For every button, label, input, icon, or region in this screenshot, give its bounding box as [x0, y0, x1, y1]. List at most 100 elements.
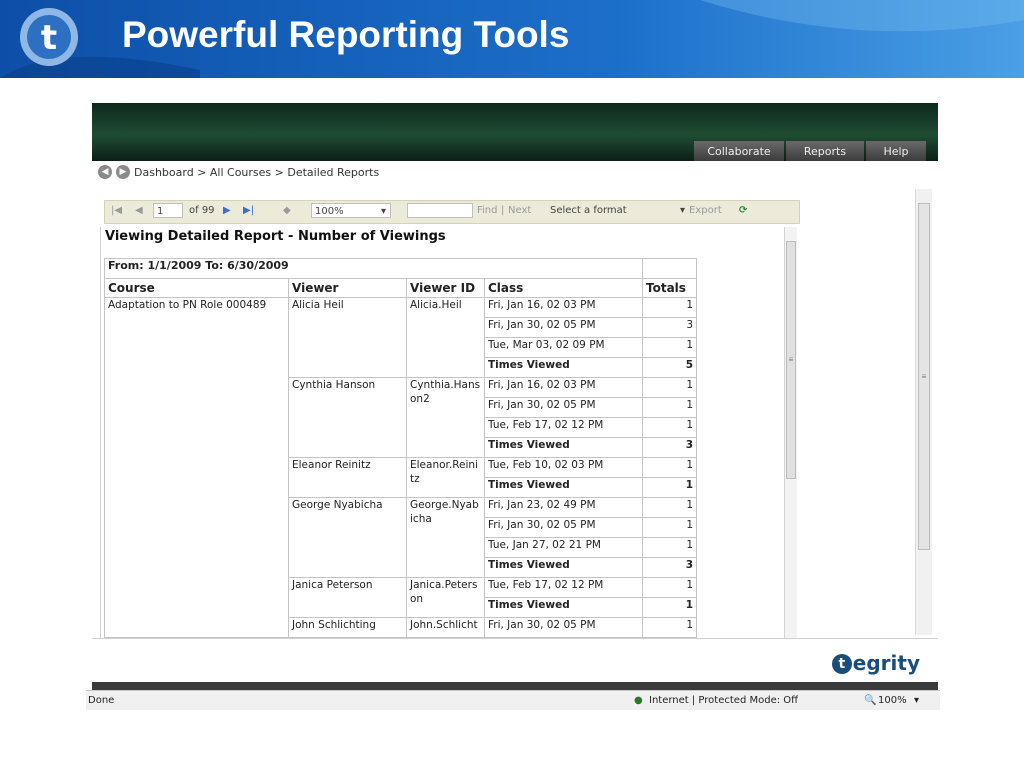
viewer-name-cell: John Schlichting — [288, 617, 407, 638]
class-cell: Tue, Mar 03, 02 09 PM — [484, 337, 643, 358]
viewer-name-cell: Janica Peterson — [288, 577, 407, 618]
col-class: Class — [484, 278, 643, 298]
app-footer: t egrity — [92, 638, 938, 683]
tegrity-logo-icon: t — [20, 8, 78, 66]
class-cell: Fri, Jan 23, 02 49 PM — [484, 497, 643, 518]
dropdown-icon: ▾ — [380, 206, 386, 217]
viewer-id-cell: Janica.Peterson — [406, 577, 485, 618]
col-course: Course — [104, 278, 289, 298]
count-cell: 1 — [642, 497, 697, 518]
class-cell: Tue, Feb 10, 02 03 PM — [484, 457, 643, 478]
times-viewed-label: Times Viewed — [484, 437, 643, 458]
viewer-name-cell: George Nyabicha — [288, 497, 407, 578]
zoom-select[interactable]: 100% ▾ — [311, 203, 391, 218]
count-cell: 1 — [642, 517, 697, 538]
count-cell: 1 — [642, 417, 697, 438]
export-link[interactable]: Export — [689, 205, 722, 216]
class-cell: Fri, Jan 30, 02 05 PM — [484, 617, 643, 638]
forward-icon[interactable]: ▶ — [116, 165, 130, 179]
last-page-icon[interactable]: ▶| — [243, 205, 254, 216]
slide-title: Powerful Reporting Tools — [122, 14, 570, 55]
class-cell: Fri, Jan 16, 02 03 PM — [484, 377, 643, 398]
date-range-row: From: 1/1/2009 To: 6/30/2009 — [104, 258, 697, 279]
zoom-level[interactable]: 100% — [878, 695, 907, 706]
count-cell: 1 — [642, 297, 697, 318]
tab-help[interactable]: Help — [866, 141, 926, 161]
report-body: Adaptation to PN Role 000489 Alicia Heil A… — [104, 297, 697, 638]
format-select-value: Select a format — [550, 205, 627, 216]
back-to-parent-icon[interactable]: ◆ — [283, 205, 291, 216]
report-scrollbar-thumb[interactable]: ≡ — [786, 241, 796, 479]
find-link[interactable]: Find — [477, 205, 498, 216]
magnifier-icon: 🔍 — [864, 695, 877, 706]
count-cell: 3 — [642, 317, 697, 338]
viewer-name-cell: Cynthia Hanson — [288, 377, 407, 458]
table-row: Adaptation to PN Role 000489 Alicia Heil A… — [104, 297, 697, 638]
count-cell: 1 — [642, 457, 697, 478]
count-cell: 1 — [642, 617, 697, 638]
count-cell: 1 — [642, 537, 697, 558]
page-count: of 99 — [189, 205, 215, 216]
course-cell: Adaptation to PN Role 000489 — [104, 297, 289, 638]
class-cell: Tue, Feb 17, 02 12 PM — [484, 417, 643, 438]
date-range: From: 1/1/2009 To: 6/30/2009 — [104, 258, 643, 279]
times-viewed-total: 3 — [642, 557, 697, 578]
globe-icon: ● — [634, 695, 643, 706]
col-viewer-id: Viewer ID — [406, 278, 485, 298]
next-page-icon[interactable]: ▶ — [223, 205, 231, 216]
viewer-name-cell: Alicia Heil — [288, 297, 407, 378]
class-cell: Fri, Jan 30, 02 05 PM — [484, 517, 643, 538]
dropdown-icon[interactable]: ▾ — [914, 695, 919, 706]
tab-collaborate[interactable]: Collaborate — [694, 141, 784, 161]
page-scrollbar-thumb[interactable]: ≡ — [918, 203, 930, 550]
col-totals: Totals — [642, 278, 697, 298]
browser-status-bar: Done ● Internet | Protected Mode: Off 🔍 … — [86, 690, 940, 710]
count-cell: 1 — [642, 377, 697, 398]
refresh-icon[interactable]: ⟳ — [739, 205, 747, 216]
nav-tabs: Collaborate Reports Help — [694, 141, 926, 161]
count-cell: 1 — [642, 397, 697, 418]
security-zone[interactable]: Internet | Protected Mode: Off — [649, 695, 798, 706]
table-header: Course Viewer Viewer ID Class Totals — [104, 278, 697, 298]
status-text: Done — [88, 695, 115, 706]
count-cell: 1 — [642, 337, 697, 358]
footer-bar — [92, 682, 938, 690]
class-cell: Fri, Jan 30, 02 05 PM — [484, 317, 643, 338]
find-separator: | — [501, 205, 505, 216]
first-page-icon[interactable]: |◀ — [111, 205, 122, 216]
prev-page-icon[interactable]: ◀ — [135, 205, 143, 216]
viewer-id-cell: Eleanor.Reinitz — [406, 457, 485, 498]
slide-banner: t Powerful Reporting Tools — [0, 0, 1024, 78]
viewer-id-cell: John.Schlicht — [406, 617, 485, 638]
next-link[interactable]: Next — [508, 205, 531, 216]
brand-logo-letter: t — [831, 654, 852, 674]
times-viewed-label: Times Viewed — [484, 597, 643, 618]
back-icon[interactable]: ◀ — [98, 165, 112, 179]
tegrity-brand: t egrity — [831, 651, 920, 675]
class-cell: Fri, Jan 16, 02 03 PM — [484, 297, 643, 318]
report-table: From: 1/1/2009 To: 6/30/2009 Course View… — [104, 258, 697, 638]
times-viewed-total: 1 — [642, 597, 697, 618]
find-input[interactable] — [407, 203, 473, 218]
times-viewed-label: Times Viewed — [484, 477, 643, 498]
count-cell: 1 — [642, 577, 697, 598]
times-viewed-total: 3 — [642, 437, 697, 458]
report-title: Viewing Detailed Report - Number of View… — [105, 229, 446, 244]
tab-reports[interactable]: Reports — [786, 141, 864, 161]
times-viewed-label: Times Viewed — [484, 357, 643, 378]
viewer-id-cell: Cynthia.Hanson2 — [406, 377, 485, 458]
app-header: Collaborate Reports Help — [92, 103, 938, 161]
dropdown-icon: ▾ — [679, 205, 685, 216]
breadcrumb-text[interactable]: Dashboard > All Courses > Detailed Repor… — [134, 166, 379, 179]
brand-text: egrity — [852, 651, 920, 675]
format-select[interactable]: Select a format ▾ — [547, 203, 687, 218]
class-cell: Tue, Feb 17, 02 12 PM — [484, 577, 643, 598]
page-number-input[interactable]: 1 — [153, 203, 183, 218]
viewer-id-cell: Alicia.Heil — [406, 297, 485, 378]
report-toolbar: |◀ ◀ 1 of 99 ▶ ▶| ◆ 100% ▾ Find | Next S… — [104, 200, 800, 224]
class-cell: Fri, Jan 30, 02 05 PM — [484, 397, 643, 418]
viewer-id-cell: George.Nyabicha — [406, 497, 485, 578]
times-viewed-total: 5 — [642, 357, 697, 378]
logo-letter: t — [41, 18, 57, 58]
class-cell: Tue, Jan 27, 02 21 PM — [484, 537, 643, 558]
